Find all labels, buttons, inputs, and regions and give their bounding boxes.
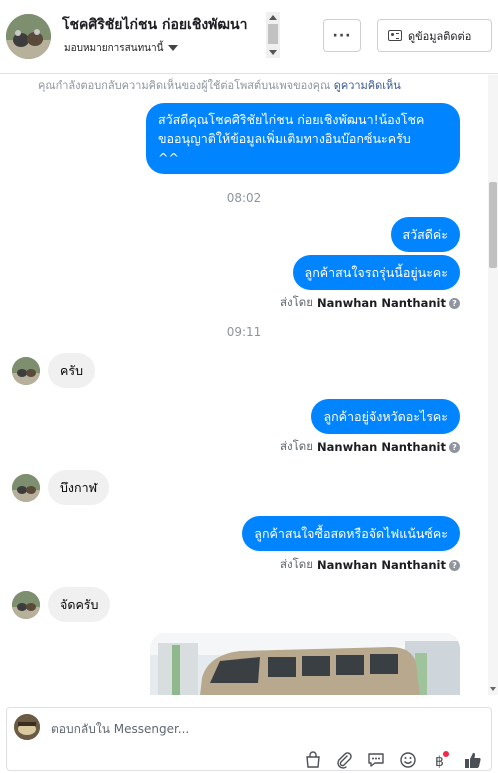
contact-avatar-small [12,591,40,619]
outgoing-message: สวัสดีคุณโชคศิริชัยไก่ชน ก่อยเชิงพัฒนา!น… [146,103,460,174]
sent-by-prefix: ส่งโดย [279,439,314,453]
incoming-message: บึงกาฬ [48,470,110,505]
bag-icon[interactable] [303,750,323,770]
message-composer: ฿ [6,707,492,771]
outgoing-message: สวัสดีค่ะ [390,217,460,252]
view-comment-link[interactable]: ดูความคิดเห็น [334,79,401,92]
conversation-thread[interactable]: คุณกำลังตอบกลับความคิดเห็นของผู้ใช้ต่อโพ… [0,75,488,695]
quick-reply-icon[interactable] [366,750,386,770]
contact-avatar[interactable] [6,14,51,59]
contact-avatar-small [12,357,40,385]
scroll-down-icon[interactable] [490,687,496,691]
scroll-up-icon[interactable] [269,15,277,20]
thumbs-up-icon[interactable] [463,750,483,770]
contact-card-icon [388,30,402,41]
contact-avatar-small [12,474,40,502]
notice-text: คุณกำลังตอบกลับความคิดเห็นของผู้ใช้ต่อโพ… [38,79,331,92]
page-avatar [14,714,40,740]
incoming-message: จัดครับ [48,587,111,622]
sent-by-label: ส่งโดย Nanwhan Nanthanit ? [280,438,460,456]
sent-by-prefix: ส่งโดย [279,295,314,309]
sent-by-name: Nanwhan Nanthanit [317,558,446,572]
assign-label: มอบหมายการสนทนานี้ [64,42,164,54]
message-line: ^^ [158,150,179,165]
outgoing-message: ลูกค้าสนใจรถรุ่นนี้อยู่นะคะ [292,255,460,290]
reply-input[interactable] [51,720,451,738]
help-icon[interactable]: ? [449,297,460,309]
attachment-icon[interactable] [334,750,354,770]
view-contact-button[interactable]: ดูข้อมูลติดต่อ [377,19,492,52]
svg-text:฿: ฿ [435,754,444,769]
assign-dropdown[interactable]: มอบหมายการสนทนานี้ [62,38,185,58]
message-line: สวัสดีคุณโชคศิริชัยไก่ชน ก่อยเชิงพัฒนา!น… [158,112,425,127]
outgoing-message: ลูกค้าสนใจซื้อสดหรือจัดไฟแน้นซ์คะ [242,516,460,551]
emoji-icon[interactable] [398,750,418,770]
conversation-scrollbar[interactable] [488,75,498,695]
sent-by-label: ส่งโดย Nanwhan Nanthanit ? [280,556,460,574]
baht-icon[interactable]: ฿ [430,750,450,770]
conversation-header: โชคศิริชัยไก่ชน ก่อยเชิงพัฒนา มอบหมายการ… [0,0,498,74]
view-contact-label: ดูข้อมูลติดต่อ [408,29,472,43]
help-icon[interactable]: ? [449,559,460,571]
scroll-down-icon[interactable] [269,50,277,55]
timestamp: 08:02 [226,191,262,205]
message-line: ขออนุญาติให้ข้อมูลเพิ่มเติมทางอินบ๊อกซ์น… [158,131,411,146]
scroll-thumb[interactable] [489,182,497,268]
contact-name: โชคศิริชัยไก่ชน ก่อยเชิงพัฒนา [62,17,248,32]
scroll-thumb[interactable] [268,24,278,44]
sent-by-name: Nanwhan Nanthanit [317,296,446,310]
van-photo-attachment[interactable] [150,633,460,695]
timestamp: 09:11 [226,325,262,339]
comment-reply-notice: คุณกำลังตอบกลับความคิดเห็นของผู้ใช้ต่อโพ… [38,76,401,94]
sent-by-name: Nanwhan Nanthanit [317,440,446,454]
sent-by-label: ส่งโดย Nanwhan Nanthanit ? [280,294,460,312]
sent-by-prefix: ส่งโดย [279,557,314,571]
chevron-down-icon [168,45,179,51]
name-scrollbar[interactable] [266,12,280,58]
more-options-button[interactable]: ··· [323,19,361,52]
incoming-message: ครับ [48,353,96,388]
outgoing-message: ลูกค้าอยู่จังหวัดอะไรคะ [311,399,460,434]
help-icon[interactable]: ? [449,441,460,453]
